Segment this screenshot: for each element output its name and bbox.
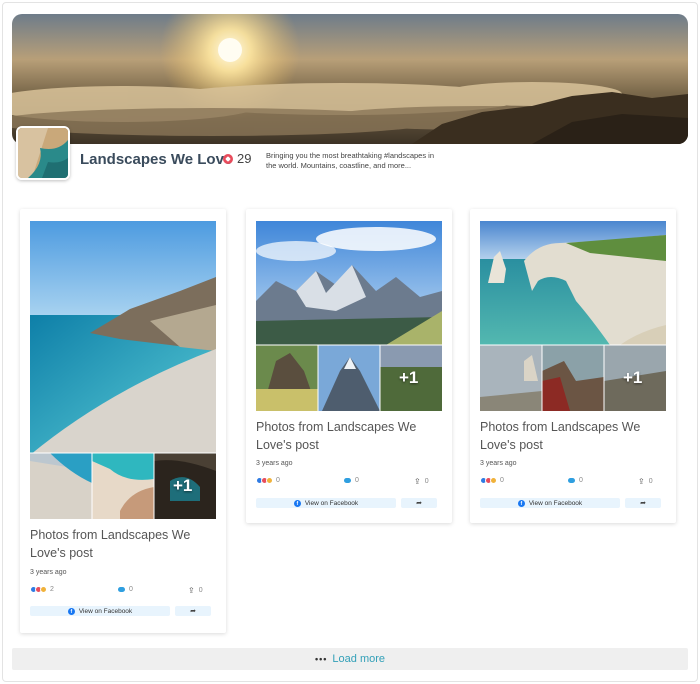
forward-icon: ➦	[190, 608, 196, 615]
reactions[interactable]: 0	[480, 477, 504, 484]
reaction-icons	[256, 477, 273, 484]
more-photos-count[interactable]: +1	[399, 368, 418, 388]
page-about: Bringing you the most breathtaking #land…	[266, 151, 435, 170]
view-on-facebook-label: View on Facebook	[78, 607, 133, 615]
reaction-icons	[480, 477, 497, 484]
view-on-facebook-button[interactable]: f View on Facebook	[30, 606, 170, 616]
comment-icon	[118, 587, 125, 592]
more-photos-count[interactable]: +1	[173, 476, 192, 496]
share-icon: ⇪	[414, 477, 421, 486]
post-media[interactable]: +1	[30, 221, 216, 519]
comments-count: 0	[129, 586, 133, 593]
load-more-button[interactable]: ••• Load more	[12, 648, 688, 670]
share-icon: ⇪	[638, 477, 645, 486]
shares-count: 0	[648, 478, 653, 485]
cover-photo	[12, 14, 688, 144]
reactions-count: 0	[500, 477, 504, 484]
shares-count: 0	[198, 587, 203, 594]
post-stats: 2 0 ⇪ 0	[30, 586, 216, 596]
post-title[interactable]: Photos from Landscapes We Love's post	[480, 418, 670, 454]
comments[interactable]: 0	[118, 586, 133, 593]
facebook-icon: f	[293, 499, 301, 507]
forward-icon: ➦	[416, 500, 422, 507]
shares[interactable]: ⇪ 0	[414, 477, 429, 486]
facebook-icon: f	[67, 607, 75, 615]
comments-count: 0	[355, 477, 359, 484]
page-avatar[interactable]	[16, 126, 70, 180]
facebook-icon: f	[517, 499, 525, 507]
reactions[interactable]: 0	[256, 477, 280, 484]
comment-icon	[344, 478, 351, 483]
likes-count: 29	[237, 151, 252, 166]
post-time: 3 years ago	[480, 460, 517, 467]
view-on-facebook-button[interactable]: f View on Facebook	[256, 498, 396, 508]
comments[interactable]: 0	[568, 477, 583, 484]
load-more-label: Load more	[332, 653, 386, 665]
forward-icon: ➦	[640, 500, 646, 507]
share-icon: ⇪	[188, 586, 195, 595]
reactions-count: 0	[276, 477, 280, 484]
comment-icon	[568, 478, 575, 483]
post-media[interactable]: +1	[256, 221, 442, 411]
post-stats: 0 0 ⇪ 0	[256, 477, 442, 487]
post-stats: 0 0 ⇪ 0	[480, 477, 666, 487]
comments-count: 0	[579, 477, 583, 484]
view-on-facebook-label: View on Facebook	[304, 499, 359, 507]
share-button[interactable]: ➦	[175, 606, 211, 616]
ellipsis-icon: •••	[314, 654, 328, 664]
post-time: 3 years ago	[256, 460, 293, 467]
comments[interactable]: 0	[344, 477, 359, 484]
shares[interactable]: ⇪ 0	[188, 586, 203, 595]
shares[interactable]: ⇪ 0	[638, 477, 653, 486]
post-title[interactable]: Photos from Landscapes We Love's post	[30, 526, 220, 562]
page-name[interactable]: Landscapes We Love	[80, 151, 232, 168]
view-on-facebook-label: View on Facebook	[528, 499, 583, 507]
heart-icon	[223, 153, 233, 164]
post-media[interactable]: +1	[480, 221, 666, 411]
view-on-facebook-button[interactable]: f View on Facebook	[480, 498, 620, 508]
post-card: +1 Photos from Landscapes We Love's post…	[470, 209, 676, 523]
share-button[interactable]: ➦	[625, 498, 661, 508]
post-time: 3 years ago	[30, 569, 67, 576]
shares-count: 0	[424, 478, 429, 485]
post-card: +1 Photos from Landscapes We Love's post…	[20, 209, 226, 633]
share-button[interactable]: ➦	[401, 498, 437, 508]
reactions[interactable]: 2	[30, 586, 54, 593]
reaction-icons	[30, 586, 47, 593]
reactions-count: 2	[50, 586, 54, 593]
more-photos-count[interactable]: +1	[623, 368, 642, 388]
post-title[interactable]: Photos from Landscapes We Love's post	[256, 418, 446, 454]
page-likes: 29	[223, 151, 251, 166]
post-card: +1 Photos from Landscapes We Love's post…	[246, 209, 452, 523]
